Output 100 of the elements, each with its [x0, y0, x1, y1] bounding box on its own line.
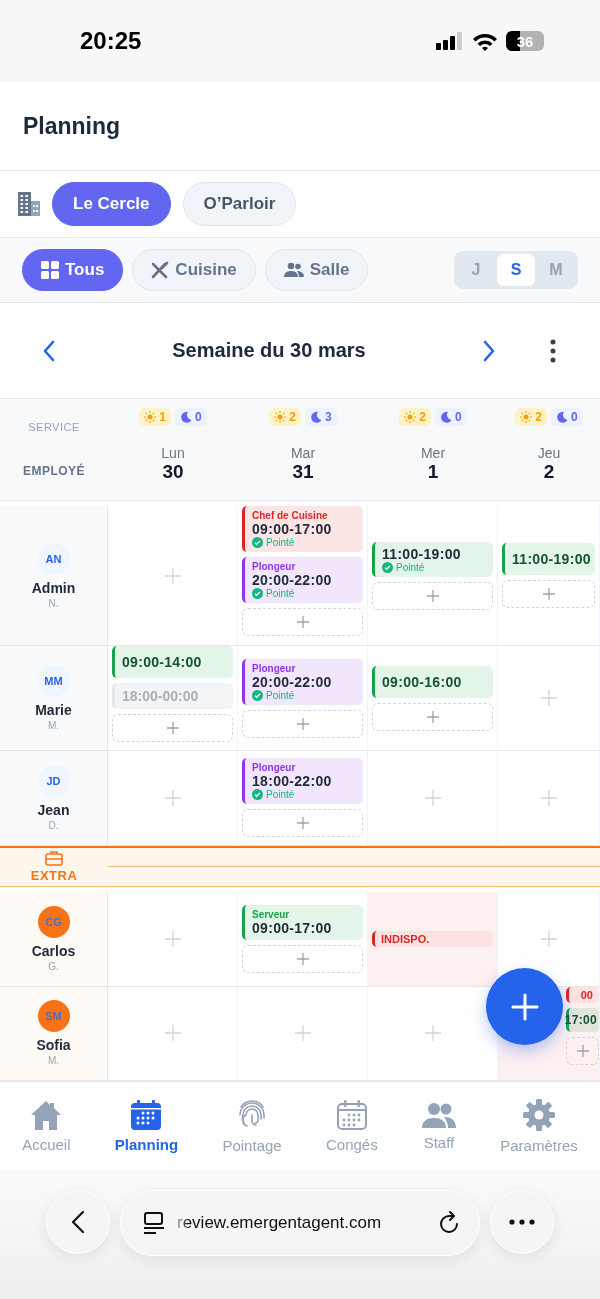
calendar-icon — [336, 1099, 367, 1130]
filter-chip[interactable]: Salle — [264, 249, 369, 291]
filter-chip[interactable]: Tous — [22, 249, 124, 291]
site-tab[interactable]: O’Parloir — [182, 182, 297, 226]
shift-card[interactable]: 11:00-19:00 Pointé — [372, 541, 493, 577]
back-icon — [71, 1210, 85, 1234]
status-time: 20:25 — [80, 27, 142, 55]
add-shift-icon[interactable] — [540, 789, 557, 806]
nav-tab[interactable]: Pointage — [222, 1098, 282, 1154]
add-shift-button[interactable] — [372, 702, 493, 731]
plus-icon — [296, 817, 309, 830]
day-count-badge: 2 — [515, 408, 547, 426]
site-tab[interactable]: Le Cercle — [52, 182, 171, 226]
view-mode-tab[interactable]: S — [497, 254, 535, 286]
add-shift-button[interactable] — [242, 608, 363, 637]
nav-tab[interactable]: Staff — [421, 1101, 456, 1151]
plus-icon — [296, 717, 309, 730]
address-bar[interactable]: review.emergentagent.com — [120, 1190, 480, 1256]
plus-icon — [542, 588, 555, 601]
check-icon — [252, 689, 263, 701]
add-shift-icon[interactable] — [540, 690, 557, 707]
add-shift-button[interactable] — [242, 709, 363, 738]
add-shift-button[interactable] — [112, 713, 233, 742]
day-name: Lun — [161, 445, 185, 461]
shift-card[interactable]: 09:00-16:00 — [372, 665, 493, 698]
add-shift-button[interactable] — [566, 1036, 599, 1065]
shift-time: 09:00-17:00 — [252, 919, 333, 936]
wifi-icon — [472, 31, 498, 51]
shift-card[interactable]: Plongeur 20:00-22:00 Pointé — [242, 658, 363, 705]
add-shift-button[interactable] — [372, 581, 493, 610]
shift-card[interactable]: Chef de Cuisine 09:00-17:00 Pointé — [242, 506, 363, 553]
day-count-badge: 2 — [269, 408, 301, 426]
shift-role: Serveur — [252, 908, 291, 920]
chevron-left-icon[interactable] — [42, 339, 56, 362]
day-count-badge: 1 — [139, 408, 171, 426]
shift-card[interactable]: Serveur 09:00-17:00 — [242, 904, 363, 940]
shift-time: 11:00-19:00 — [382, 545, 462, 562]
employee-name: Carlos — [31, 942, 76, 959]
shift-time: 20:00-22:00 — [252, 673, 333, 690]
shift-card[interactable]: 09:00-14:00 — [112, 645, 233, 678]
shift-time: 09:00-16:00 — [382, 672, 463, 692]
home-icon — [30, 1099, 63, 1130]
add-shift-icon[interactable] — [294, 1025, 311, 1042]
unavailable-tag: INDISPO. — [372, 930, 493, 947]
status-text: Pointé — [266, 789, 295, 801]
day-count-badge: 2 — [399, 408, 431, 426]
day-name: Mar — [290, 445, 316, 461]
employee-name: Jean — [37, 801, 70, 818]
week-title: Semaine du 30 mars — [171, 339, 367, 362]
people-icon — [421, 1101, 456, 1128]
shift-time: 09:00-14:00 — [122, 652, 203, 672]
avatar: SM — [37, 1000, 70, 1033]
shift-role: Plongeur — [252, 561, 297, 573]
day-number: 31 — [292, 461, 314, 483]
plus-icon — [510, 992, 539, 1021]
calendar-icon — [131, 1099, 162, 1130]
add-shift-icon[interactable] — [424, 789, 441, 806]
status-text: Pointé — [266, 689, 295, 701]
add-shift-icon[interactable] — [164, 930, 181, 947]
page-title: Planning — [23, 112, 121, 140]
plus-icon — [576, 1044, 589, 1057]
more-icon[interactable] — [550, 339, 556, 363]
chevron-right-icon[interactable] — [482, 339, 496, 362]
status-text: Pointé — [266, 588, 295, 600]
add-shift-button[interactable] — [242, 944, 363, 973]
briefcase-icon — [45, 850, 63, 867]
employee-name: Marie — [35, 702, 72, 719]
shift-card[interactable]: 11:00-19:00 — [502, 543, 595, 576]
nav-tab[interactable]: Accueil — [22, 1099, 71, 1153]
add-shift-button[interactable] — [502, 580, 595, 609]
shift-time: 18:00-00:00 — [122, 687, 199, 704]
add-shift-icon[interactable] — [424, 1025, 441, 1042]
add-shift-icon[interactable] — [164, 567, 181, 584]
reload-icon[interactable] — [439, 1211, 461, 1235]
url-text: review.emergentagent.com — [177, 1213, 383, 1233]
check-icon — [252, 789, 263, 801]
shift-role: Plongeur — [252, 662, 297, 674]
nav-tab[interactable]: Paramètres — [500, 1098, 578, 1154]
employee-initial: N. — [48, 597, 59, 609]
add-shift-icon[interactable] — [164, 1025, 181, 1042]
people-icon — [283, 262, 304, 278]
settings-icon — [523, 1098, 555, 1131]
filter-chip[interactable]: Cuisine — [132, 249, 256, 291]
check-icon — [382, 561, 393, 573]
shift-time: 11:00-19:00 — [512, 550, 588, 570]
shift-time: 18:00-22:00 — [252, 773, 333, 790]
nav-tab[interactable]: Planning — [114, 1099, 179, 1153]
shift-card[interactable]: Plongeur 18:00-22:00 Pointé — [242, 758, 363, 805]
plus-icon — [426, 589, 439, 602]
shift-card[interactable]: Plongeur 20:00-22:00 Pointé — [242, 557, 363, 604]
signal-icon — [436, 32, 464, 50]
avatar: AN — [37, 542, 70, 575]
nav-tab[interactable]: Congés — [325, 1099, 378, 1153]
employee-label: EMPLOYÉ — [22, 464, 86, 479]
grid-icon — [41, 261, 59, 279]
add-shift-icon[interactable] — [164, 789, 181, 806]
add-shift-icon[interactable] — [540, 930, 557, 947]
status-text: Pointé — [266, 537, 295, 549]
add-shift-button[interactable] — [242, 809, 363, 838]
avatar: JD — [37, 764, 70, 797]
